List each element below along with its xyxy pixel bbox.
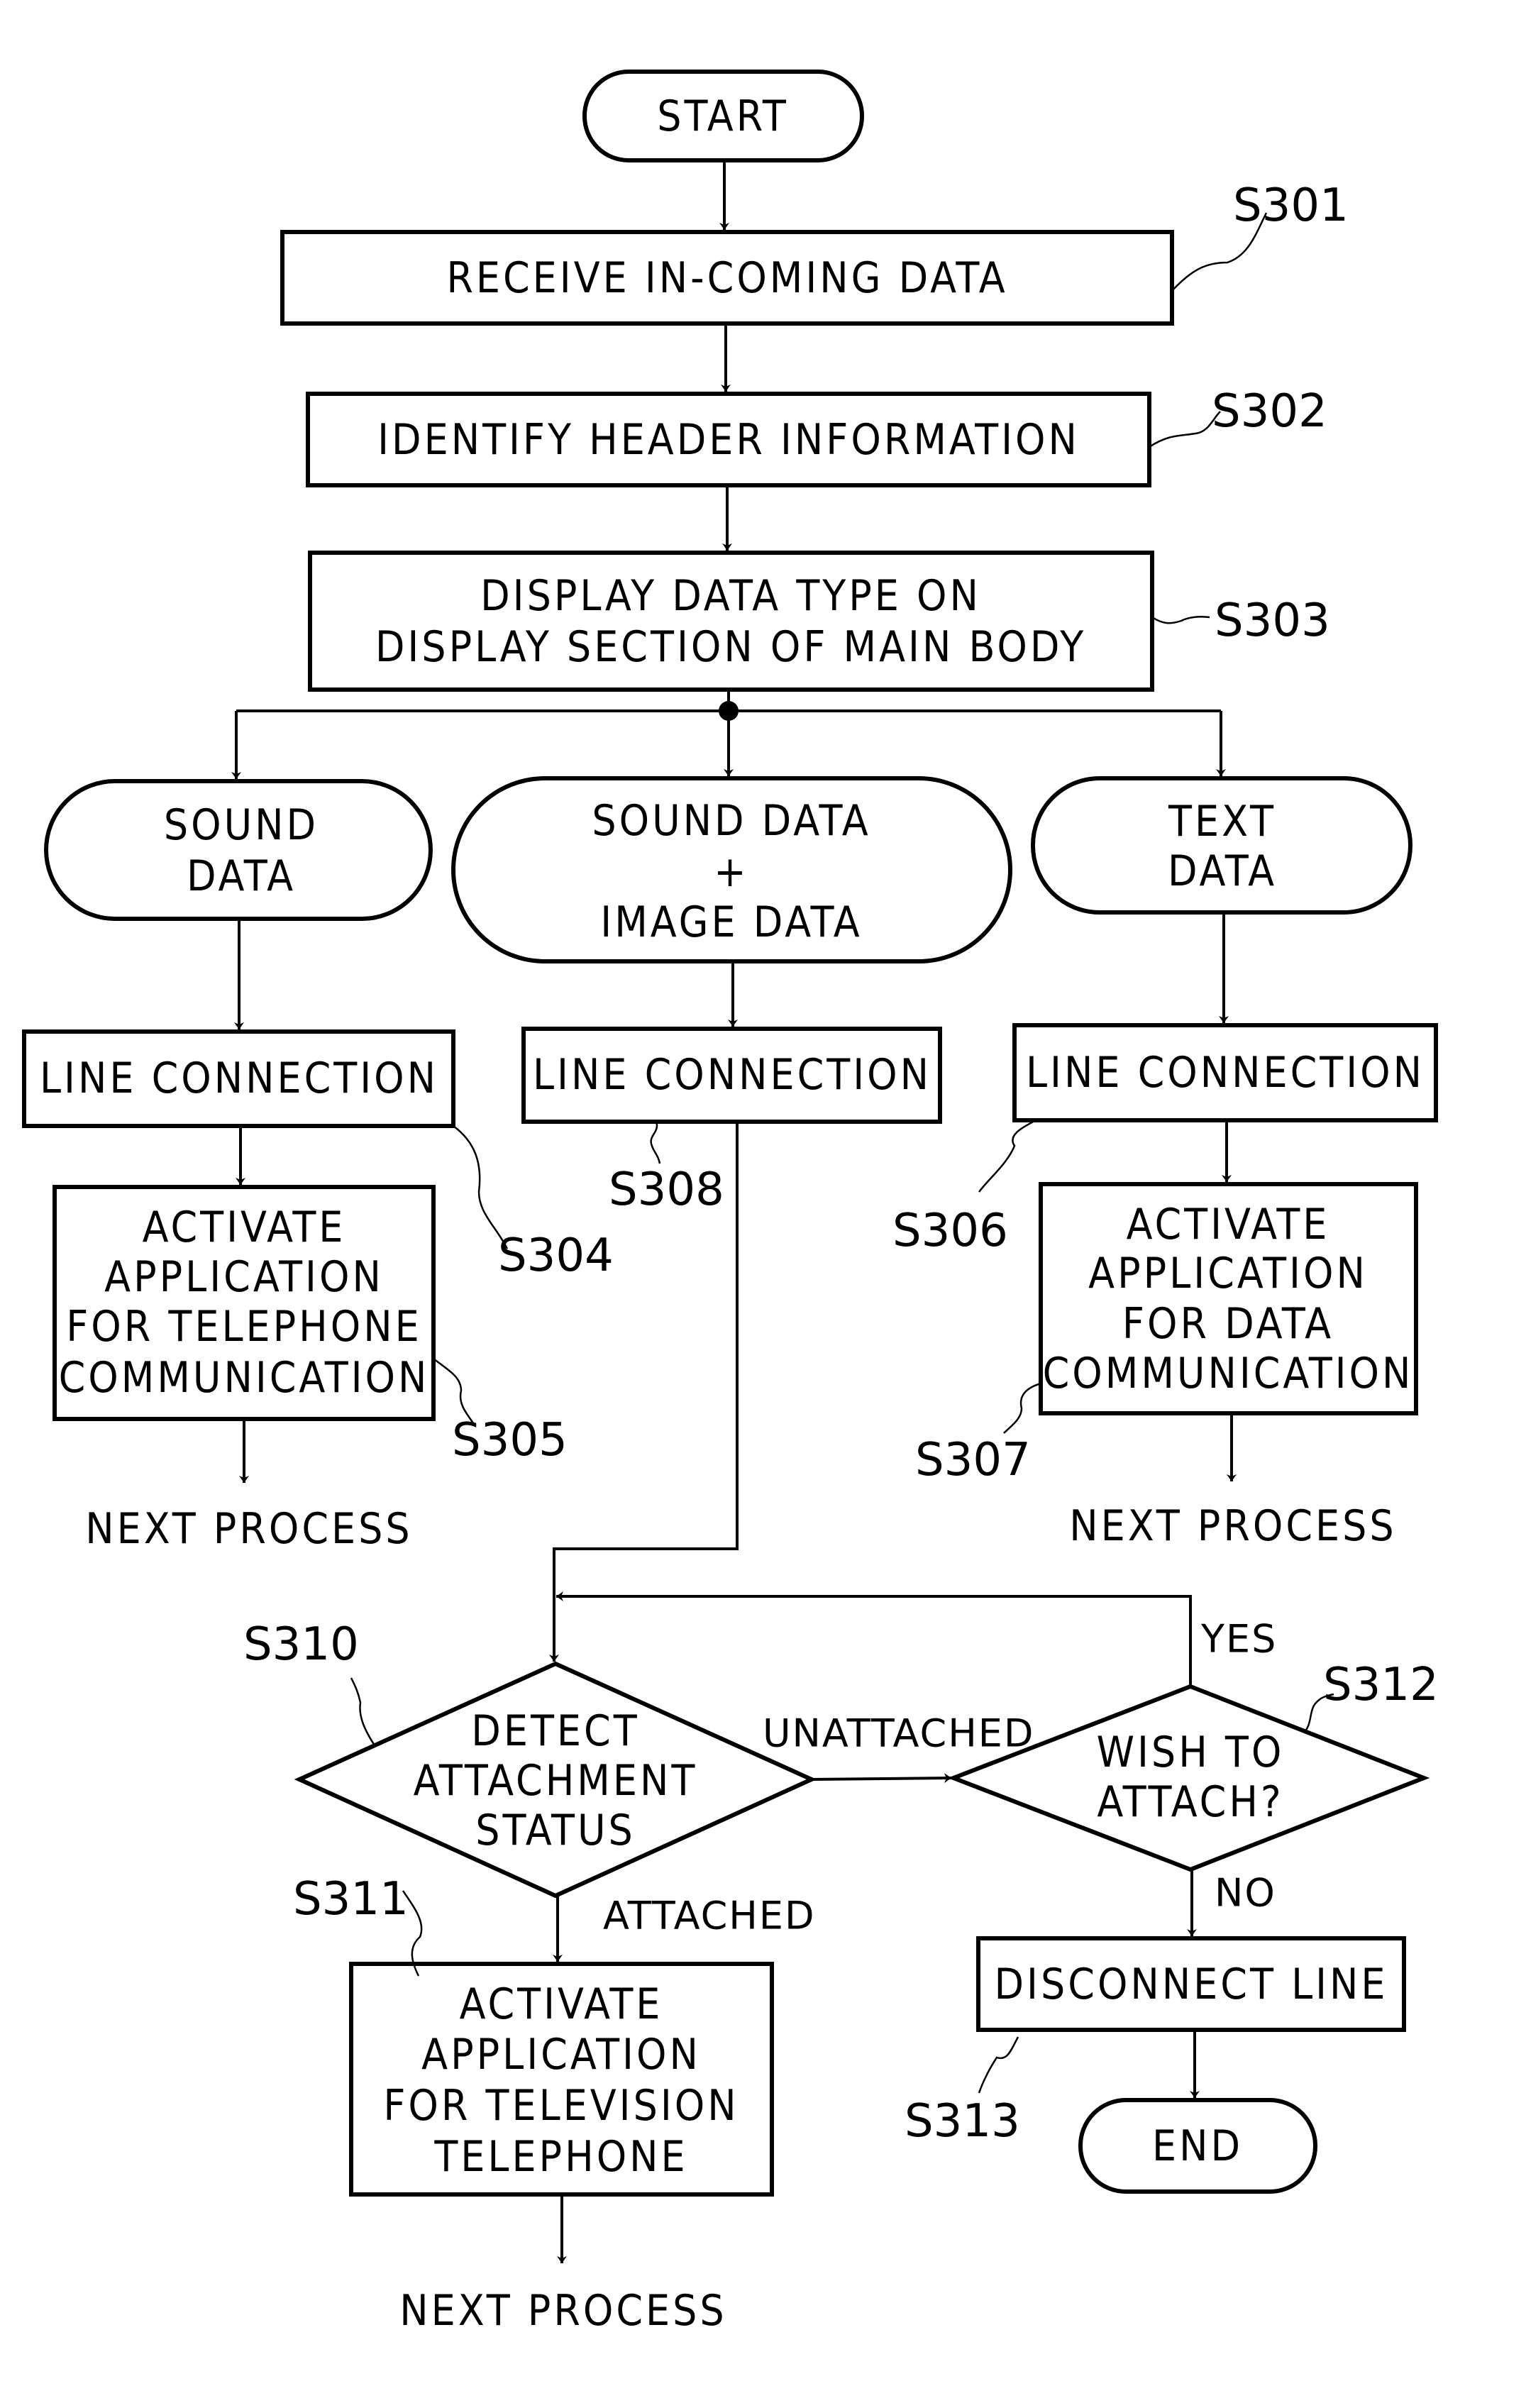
node-label-line-3: IMAGE DATA (600, 898, 862, 947)
node-label-line-1: ACTIVATE (1127, 1200, 1330, 1249)
node-s311: ACTIVATE APPLICATION FOR TELEVISION TELE… (349, 1962, 774, 2197)
node-label-line-2: + (714, 847, 748, 897)
leader-s308 (650, 1121, 661, 1164)
node-s313: DISCONNECT LINE (976, 1936, 1406, 2032)
node-label-line-1: DETECT (471, 1706, 639, 1756)
node-label-line-1: ACTIVATE (460, 1979, 663, 2029)
node-label: LINE CONNECTION (533, 1050, 931, 1100)
node-label: IDENTIFY HEADER INFORMATION (377, 415, 1080, 465)
node-label-line-3: FOR DATA (1122, 1299, 1334, 1349)
edge-s310-s312 (811, 1773, 952, 1784)
step-label-s310: S310 (243, 1618, 359, 1671)
node-label-line-3: STATUS (475, 1806, 636, 1855)
node-s301: RECEIVE IN-COMING DATA (280, 230, 1174, 326)
step-label-s308: S308 (609, 1164, 724, 1216)
node-label-line-4: TELEPHONE (433, 2132, 687, 2182)
node-label-line-1: SOUND (164, 800, 319, 850)
node-s305: ACTIVATE APPLICATION FOR TELEPHONE COMMU… (52, 1185, 436, 1421)
node-label: DISCONNECT LINE (994, 1960, 1388, 2009)
leader-s306 (978, 1119, 1036, 1193)
edge-s312-yes-loop (556, 1591, 1192, 1686)
node-end: END (1078, 2098, 1317, 2194)
node-label-line-2: DATA (1168, 846, 1277, 896)
node-label-line-1: WISH TO (1097, 1728, 1285, 1777)
node-label-line-4: COMMUNICATION (59, 1353, 430, 1403)
node-label-line-2: DISPLAY SECTION OF MAIN BODY (375, 622, 1086, 672)
node-s310: DETECT ATTACHMENT STATUS (294, 1661, 817, 1899)
node-sound-image-data: SOUND DATA + IMAGE DATA (451, 776, 1012, 963)
node-label-line-3: FOR TELEVISION (383, 2081, 739, 2131)
next-process-bottom: NEXT PROCESS (399, 2286, 726, 2336)
node-s302: IDENTIFY HEADER INFORMATION (306, 392, 1151, 487)
node-s303: DISPLAY DATA TYPE ON DISPLAY SECTION OF … (308, 551, 1154, 692)
edge-label-no: NO (1215, 1871, 1276, 1916)
step-label-s302: S302 (1212, 385, 1327, 438)
node-label: LINE CONNECTION (1026, 1048, 1425, 1098)
node-label-line-1: ACTIVATE (143, 1203, 346, 1252)
step-label-s303: S303 (1215, 595, 1330, 647)
edge-label-attached: ATTACHED (603, 1894, 816, 1938)
node-label-line-2: ATTACHMENT (414, 1756, 698, 1806)
node-start: START (582, 70, 864, 162)
node-label-line-2: APPLICATION (1088, 1249, 1368, 1298)
node-label-line-4: COMMUNICATION (1043, 1349, 1414, 1398)
node-label-line-1: DISPLAY DATA TYPE ON (480, 571, 981, 621)
leader-s303 (1151, 615, 1210, 624)
flowchart: START RECEIVE IN-COMING DATA IDENTIFY HE… (22, 70, 1439, 2336)
node-label-line-2: DATA (187, 851, 296, 901)
node-label-line-1: TEXT (1168, 797, 1276, 846)
node-label-line-2: ATTACH? (1097, 1777, 1283, 1827)
step-label-s304: S304 (498, 1230, 614, 1282)
step-label-s313: S313 (905, 2095, 1020, 2148)
node-label-line-1: SOUND DATA (592, 796, 870, 846)
node-label-line-2: APPLICATION (104, 1252, 384, 1302)
node-label: LINE CONNECTION (40, 1054, 438, 1103)
step-label-s305: S305 (452, 1414, 568, 1467)
node-label-line-3: FOR TELEPHONE (66, 1302, 422, 1352)
node-text-data: TEXT DATA (1031, 776, 1412, 915)
step-label-s311: S311 (293, 1873, 409, 1926)
leader-s313 (978, 2036, 1019, 2094)
step-label-s301: S301 (1233, 180, 1349, 232)
node-label: END (1152, 2121, 1243, 2171)
edge-label-unattached: UNATTACHED (763, 1711, 1035, 1756)
node-label-line-2: APPLICATION (421, 2030, 701, 2080)
node-s308: LINE CONNECTION (521, 1027, 942, 1124)
node-sound-data: SOUND DATA (44, 779, 433, 921)
node-label: START (657, 92, 789, 141)
leader-s302 (1149, 411, 1221, 448)
leader-s307 (1003, 1382, 1041, 1434)
leader-s310 (350, 1677, 376, 1746)
node-s304: LINE CONNECTION (22, 1029, 455, 1128)
next-process-right: NEXT PROCESS (1069, 1501, 1396, 1551)
node-s307: ACTIVATE APPLICATION FOR DATA COMMUNICAT… (1039, 1182, 1418, 1415)
node-s306: LINE CONNECTION (1012, 1023, 1438, 1122)
edge-label-yes: YES (1200, 1617, 1277, 1662)
next-process-left: NEXT PROCESS (85, 1504, 412, 1554)
step-label-s312: S312 (1323, 1659, 1439, 1711)
step-label-s307: S307 (915, 1434, 1031, 1486)
step-label-s306: S306 (892, 1205, 1008, 1257)
node-label: RECEIVE IN-COMING DATA (446, 253, 1007, 303)
